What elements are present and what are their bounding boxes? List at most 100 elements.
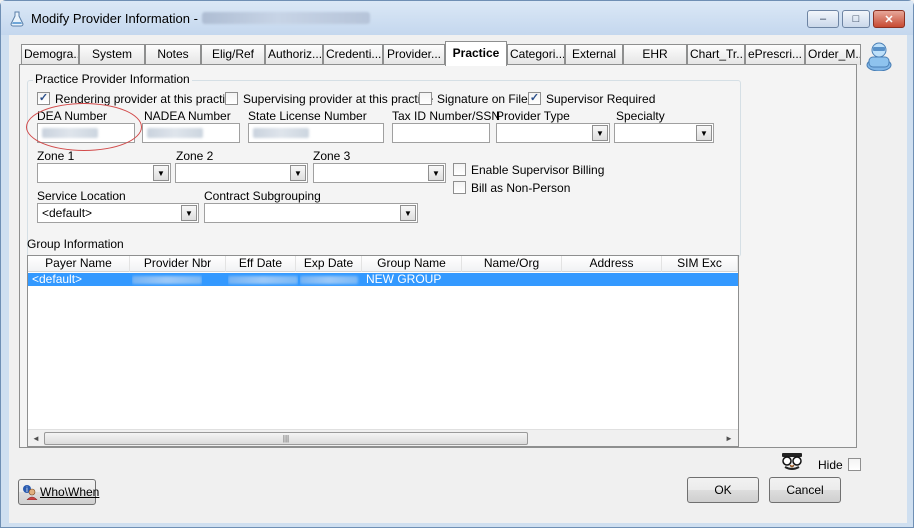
tab-ehr[interactable]: EHR: [623, 44, 687, 65]
chevron-down-icon[interactable]: ▼: [696, 125, 712, 141]
modify-provider-window: Modify Provider Information - – □ ✕ Demo…: [0, 0, 914, 528]
zone2-label: Zone 2: [176, 149, 214, 163]
zone1-dropdown[interactable]: ▼: [37, 163, 171, 183]
cell-payer-name: <default>: [32, 273, 83, 286]
tab-provider[interactable]: Provider...: [383, 44, 445, 65]
bill-non-person-label: Bill as Non-Person: [471, 181, 571, 195]
user-avatar-icon: [866, 42, 892, 71]
who-when-button[interactable]: i Who\When: [18, 479, 100, 505]
col-payer-name[interactable]: Payer Name: [28, 256, 130, 272]
rendering-provider-checkbox[interactable]: ✓: [37, 92, 50, 105]
scroll-thumb[interactable]: |||: [44, 432, 528, 445]
cell-exp-date: [300, 273, 360, 286]
tab-eprescribing[interactable]: ePrescri...: [745, 44, 805, 65]
group-information-title: Group Information: [27, 237, 124, 251]
col-sim-exc[interactable]: SIM Exc: [662, 256, 738, 272]
supervisor-required-checkbox[interactable]: ✓: [528, 92, 541, 105]
redacted-provider-name: [201, 12, 370, 24]
zone3-dropdown[interactable]: ▼: [313, 163, 446, 183]
nadea-number-label: NADEA Number: [144, 109, 231, 123]
maximize-button[interactable]: □: [842, 10, 870, 28]
enable-supervisor-billing-checkbox[interactable]: [453, 163, 466, 176]
specialty-label: Specialty: [616, 109, 665, 123]
horizontal-scrollbar[interactable]: ◄ ||| ►: [28, 429, 738, 446]
tab-practice[interactable]: Practice: [445, 41, 507, 66]
col-address[interactable]: Address: [562, 256, 662, 272]
scroll-left-icon[interactable]: ◄: [29, 432, 43, 445]
signature-on-file-label: Signature on File: [437, 92, 528, 106]
tab-order-management[interactable]: Order_M...: [805, 44, 861, 65]
provider-type-dropdown[interactable]: ▼: [496, 123, 610, 143]
scroll-right-icon[interactable]: ►: [722, 432, 736, 445]
title-bar[interactable]: Modify Provider Information - – □ ✕: [1, 1, 913, 35]
zone3-label: Zone 3: [313, 149, 351, 163]
enable-supervisor-billing-label: Enable Supervisor Billing: [471, 163, 605, 177]
minimize-button[interactable]: –: [807, 10, 839, 28]
dialog-client: Demogra... System Notes Elig/Ref Authori…: [9, 35, 907, 523]
service-location-label: Service Location: [37, 189, 126, 203]
provider-type-label: Provider Type: [496, 109, 570, 123]
cancel-button[interactable]: Cancel: [769, 477, 841, 503]
redacted-exp-date: [300, 276, 358, 284]
tab-authorizations[interactable]: Authoriz...: [265, 44, 323, 65]
zone2-dropdown[interactable]: ▼: [175, 163, 308, 183]
tab-elig-ref[interactable]: Elig/Ref: [201, 44, 265, 65]
bill-non-person-checkbox[interactable]: [453, 181, 466, 194]
dea-highlight-annotation: [26, 103, 142, 151]
state-license-label: State License Number: [248, 109, 367, 123]
redacted-eff-date: [228, 276, 298, 284]
cell-group-name: NEW GROUP: [366, 273, 442, 286]
tab-chart-tracking[interactable]: Chart_Tr...: [687, 44, 745, 65]
hide-checkbox[interactable]: [848, 458, 861, 471]
group-information-grid[interactable]: Payer Name Provider Nbr Eff Date Exp Dat…: [27, 255, 739, 447]
info-person-icon: i: [23, 485, 38, 500]
chevron-down-icon[interactable]: ▼: [181, 205, 197, 221]
practice-provider-group-title: Practice Provider Information: [33, 72, 192, 86]
service-location-dropdown[interactable]: <default> ▼: [37, 203, 199, 223]
disguise-glasses-icon: [782, 453, 802, 470]
tax-id-input[interactable]: [392, 123, 490, 143]
zone1-label: Zone 1: [37, 149, 75, 163]
signature-on-file-checkbox[interactable]: [419, 92, 432, 105]
supervisor-required-label: Supervisor Required: [546, 92, 656, 106]
tab-demographics[interactable]: Demogra...: [21, 44, 79, 65]
app-flask-icon: [10, 11, 24, 27]
close-button[interactable]: ✕: [873, 10, 905, 28]
ok-button[interactable]: OK: [687, 477, 759, 503]
col-name-org[interactable]: Name/Org: [462, 256, 562, 272]
window-title: Modify Provider Information -: [31, 11, 370, 26]
cell-eff-date: [228, 273, 298, 286]
col-group-name[interactable]: Group Name: [362, 256, 462, 272]
chevron-down-icon[interactable]: ▼: [400, 205, 416, 221]
chevron-down-icon[interactable]: ▼: [153, 165, 169, 181]
supervising-provider-label: Supervising provider at this practice: [243, 92, 434, 106]
redacted-nadea-value: [147, 128, 203, 138]
tab-external[interactable]: External: [565, 44, 623, 65]
cell-provider-nbr: [132, 273, 202, 286]
nadea-number-input[interactable]: [142, 123, 240, 143]
col-exp-date[interactable]: Exp Date: [296, 256, 362, 272]
tax-id-label: Tax ID Number/SSN: [392, 109, 501, 123]
col-provider-nbr[interactable]: Provider Nbr: [130, 256, 226, 272]
chevron-down-icon[interactable]: ▼: [592, 125, 608, 141]
redacted-provider-nbr: [132, 276, 202, 284]
specialty-dropdown[interactable]: ▼: [614, 123, 714, 143]
practice-tab-panel: Practice Provider Information ✓ Renderin…: [19, 64, 857, 448]
contract-subgrouping-label: Contract Subgrouping: [204, 189, 321, 203]
tab-system[interactable]: System: [79, 44, 145, 65]
chevron-down-icon[interactable]: ▼: [290, 165, 306, 181]
tab-notes[interactable]: Notes: [145, 44, 201, 65]
contract-subgrouping-dropdown[interactable]: ▼: [204, 203, 418, 223]
svg-text:i: i: [26, 486, 28, 494]
tab-credentials[interactable]: Credenti...: [323, 44, 383, 65]
chevron-down-icon[interactable]: ▼: [428, 165, 444, 181]
tab-categories[interactable]: Categori...: [507, 44, 565, 65]
who-when-label: Who\When: [40, 485, 100, 499]
state-license-input[interactable]: [248, 123, 384, 143]
grid-header: Payer Name Provider Nbr Eff Date Exp Dat…: [28, 256, 738, 272]
supervising-provider-checkbox[interactable]: [225, 92, 238, 105]
redacted-license-value: [253, 128, 309, 138]
table-row[interactable]: <default> NEW GROUP: [28, 273, 738, 286]
hide-label: Hide: [818, 458, 843, 472]
col-eff-date[interactable]: Eff Date: [226, 256, 296, 272]
